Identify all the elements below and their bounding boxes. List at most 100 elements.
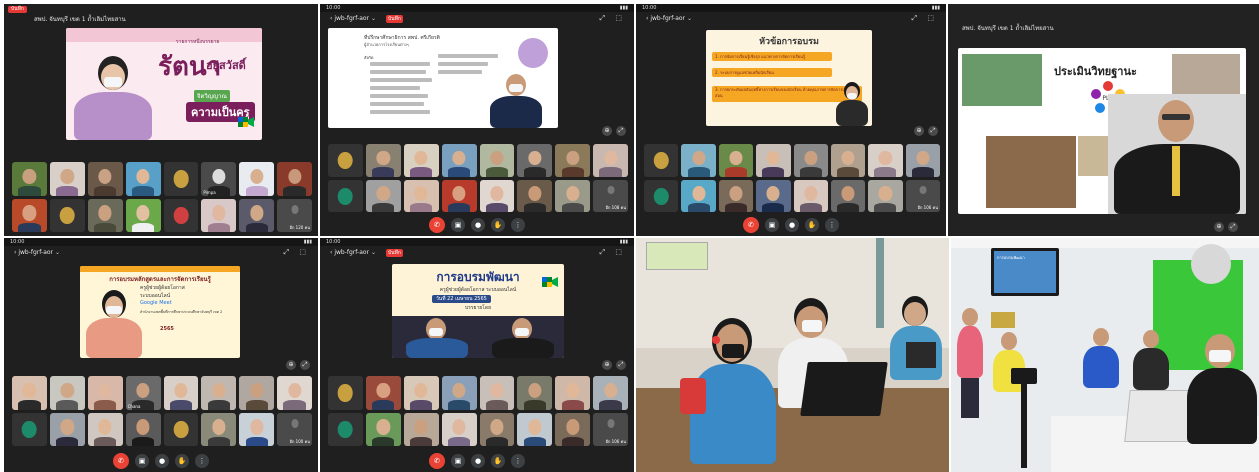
participant-tile[interactable] [756, 144, 791, 177]
participant-avatar-tile[interactable] [49, 198, 85, 232]
participant-avatar-tile[interactable] [328, 179, 363, 212]
expand-icon[interactable]: ⤢ [928, 126, 938, 136]
expand-icon[interactable]: ⤢ [616, 126, 626, 136]
participant-tile[interactable] [441, 412, 477, 446]
raise-hand-icon[interactable]: ✋ [175, 454, 189, 468]
more-participants-tile[interactable]: อีก 106 คน [905, 179, 940, 212]
participant-tile[interactable]: Chana [125, 376, 161, 410]
participant-tile[interactable] [49, 412, 85, 446]
participant-tile[interactable] [403, 376, 439, 410]
participant-tile[interactable] [479, 179, 515, 212]
participant-tile[interactable] [365, 376, 401, 410]
expand-icon[interactable]: ⤢ [616, 360, 626, 370]
more-vert-icon[interactable]: ⋮ [195, 454, 209, 468]
participant-tile[interactable] [125, 162, 161, 196]
more-participants-tile[interactable]: อีก 120 คน [277, 198, 312, 232]
participant-tile[interactable] [201, 412, 237, 446]
participant-avatar-tile[interactable] [163, 412, 199, 446]
more-vert-icon[interactable]: ⋮ [511, 454, 525, 468]
participant-tile[interactable] [793, 179, 828, 212]
participant-tile[interactable] [555, 179, 591, 212]
camera-icon[interactable]: ▣ [451, 454, 465, 468]
participant-tile[interactable] [793, 144, 828, 177]
participant-tile[interactable] [868, 144, 903, 177]
participant-tile[interactable] [201, 376, 237, 410]
participant-tile[interactable] [49, 376, 85, 410]
participant-tile[interactable] [830, 179, 866, 212]
participant-tile[interactable] [681, 179, 716, 212]
meeting-code[interactable]: ‹ jwb-fgrf-aor ⌄ [330, 14, 376, 23]
pin-icon[interactable]: ⊕ [1214, 222, 1224, 232]
mic-icon[interactable]: ● [471, 218, 485, 232]
participant-tile[interactable] [555, 412, 591, 446]
camera-icon[interactable]: ▣ [451, 218, 465, 232]
participant-avatar-tile[interactable] [163, 198, 199, 232]
mic-icon[interactable]: ● [155, 454, 169, 468]
participant-tile[interactable] [239, 162, 275, 196]
mic-icon[interactable]: ● [785, 218, 799, 232]
participant-tile[interactable] [277, 376, 312, 410]
participant-tile[interactable] [365, 179, 401, 212]
participant-avatar-tile[interactable] [644, 179, 679, 212]
participant-tile[interactable] [756, 179, 791, 212]
participant-tile[interactable] [365, 412, 401, 446]
participant-avatar-tile[interactable] [163, 162, 199, 196]
phone-hangup-icon[interactable]: ✆ [429, 453, 445, 469]
camera-icon[interactable]: ▣ [135, 454, 149, 468]
phone-hangup-icon[interactable]: ✆ [113, 453, 129, 469]
raise-hand-icon[interactable]: ✋ [491, 218, 505, 232]
participant-tile[interactable] [163, 376, 199, 410]
participant-avatar-tile[interactable] [328, 376, 363, 410]
participant-tile[interactable] [87, 198, 123, 232]
participant-tile[interactable] [441, 144, 477, 177]
participant-tile[interactable] [201, 198, 237, 232]
more-participants-tile[interactable]: อีก 100 คน [277, 412, 312, 446]
participant-tile[interactable] [403, 412, 439, 446]
more-participants-tile[interactable]: อีก 106 คน [593, 412, 628, 446]
participant-tile[interactable] [718, 144, 754, 177]
participant-tile[interactable] [830, 144, 866, 177]
participant-tile[interactable] [681, 144, 716, 177]
mic-icon[interactable]: ● [471, 454, 485, 468]
participant-tile[interactable] [441, 376, 477, 410]
pin-icon[interactable]: ⊕ [602, 360, 612, 370]
more-participants-tile[interactable]: อีก 108 คน [593, 179, 628, 212]
participant-tile[interactable]: Pimpa [201, 162, 237, 196]
participant-tile[interactable] [555, 376, 591, 410]
participant-tile[interactable] [125, 412, 161, 446]
participant-tile[interactable] [441, 179, 477, 212]
more-vert-icon[interactable]: ⋮ [825, 218, 839, 232]
participant-tile[interactable] [403, 144, 439, 177]
participant-tile[interactable] [593, 376, 628, 410]
participant-tile[interactable] [365, 144, 401, 177]
meeting-code[interactable]: ‹ jwb-fgrf-aor ⌄ [330, 248, 376, 257]
participant-avatar-tile[interactable] [644, 144, 679, 177]
expand-icon[interactable]: ⤢ [300, 360, 310, 370]
phone-hangup-icon[interactable]: ✆ [743, 217, 759, 233]
pin-icon[interactable]: ⊕ [286, 360, 296, 370]
participant-tile[interactable] [403, 179, 439, 212]
more-vert-icon[interactable]: ⋮ [511, 218, 525, 232]
meeting-code[interactable]: ‹ jwb-fgrf-aor ⌄ [14, 248, 60, 257]
participant-tile[interactable] [277, 162, 312, 196]
participant-tile[interactable] [12, 376, 47, 410]
meeting-code[interactable]: ‹ jwb-fgrf-aor ⌄ [646, 14, 692, 23]
participant-tile[interactable] [868, 179, 903, 212]
participant-tile[interactable] [239, 198, 275, 232]
pin-icon[interactable]: ⊕ [602, 126, 612, 136]
participant-tile[interactable] [517, 412, 553, 446]
participant-tile[interactable] [593, 144, 628, 177]
participant-avatar-tile[interactable] [328, 412, 363, 446]
participant-tile[interactable] [517, 179, 553, 212]
participant-tile[interactable] [87, 412, 123, 446]
participant-tile[interactable] [718, 179, 754, 212]
participant-avatar-tile[interactable] [328, 144, 363, 177]
participant-tile[interactable] [12, 198, 47, 232]
participant-tile[interactable] [125, 198, 161, 232]
raise-hand-icon[interactable]: ✋ [491, 454, 505, 468]
participant-tile[interactable] [479, 376, 515, 410]
participant-avatar-tile[interactable] [12, 412, 47, 446]
participant-tile[interactable] [517, 376, 553, 410]
participant-tile[interactable] [239, 412, 275, 446]
camera-icon[interactable]: ▣ [765, 218, 779, 232]
